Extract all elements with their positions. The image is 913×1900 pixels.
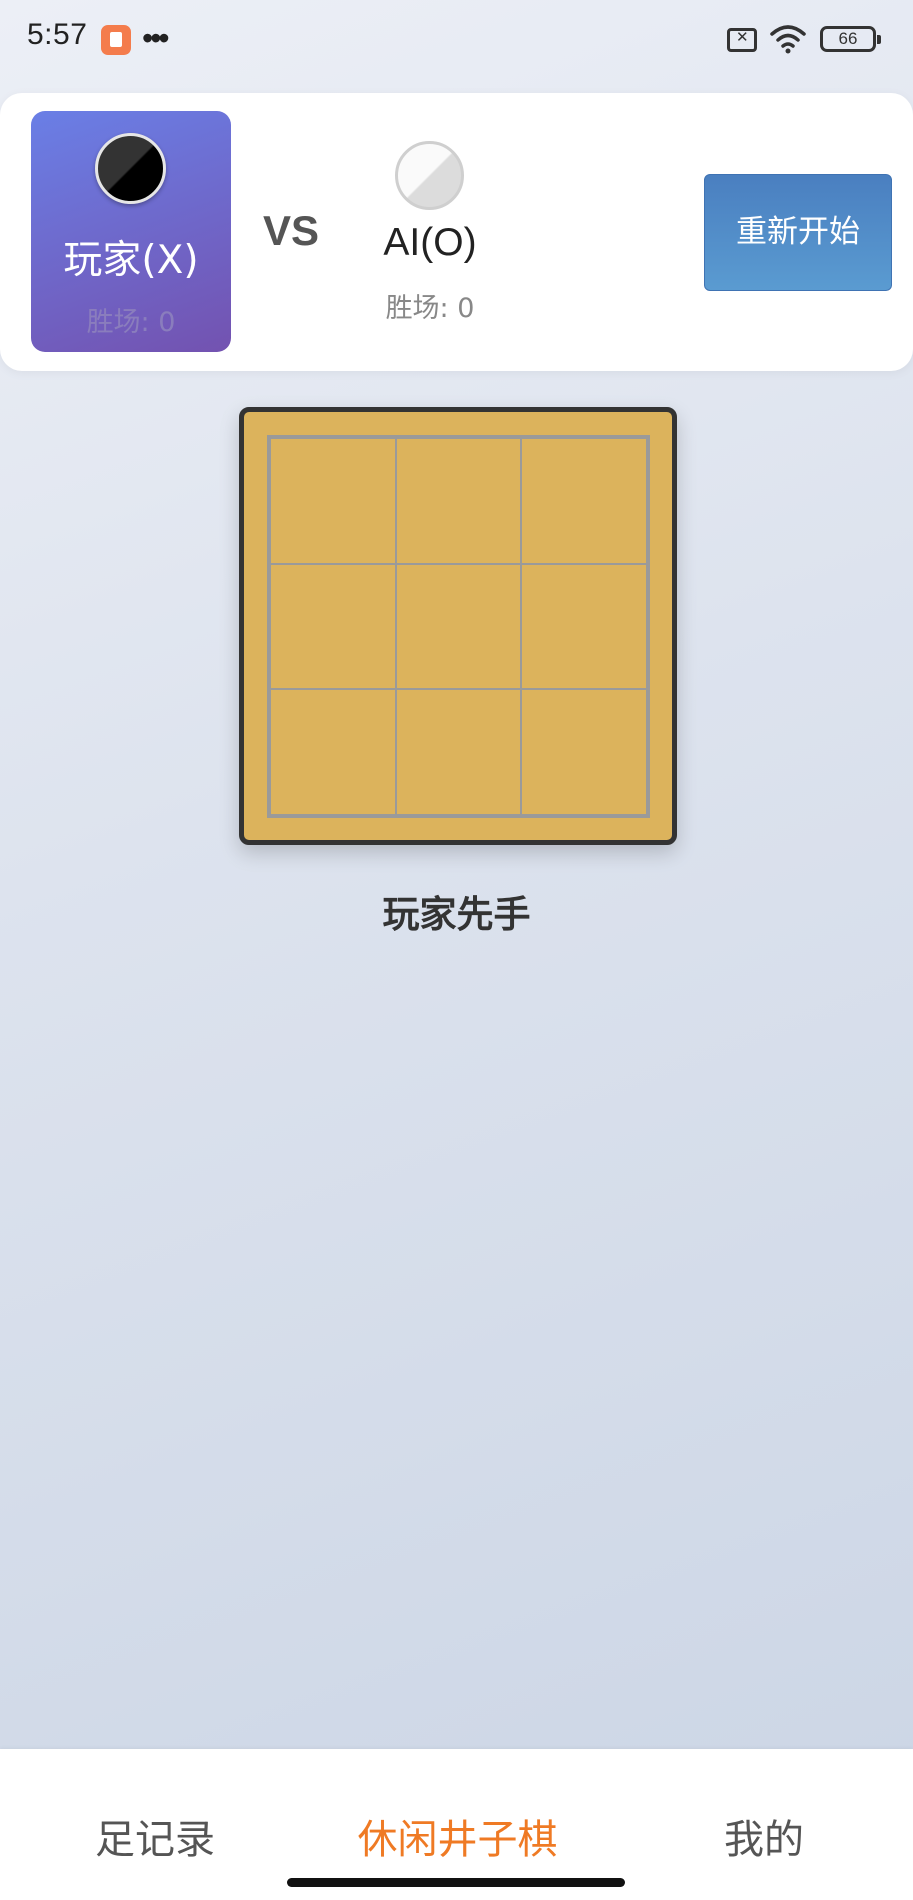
board-cell[interactable] <box>270 563 396 690</box>
board-cell[interactable] <box>395 438 522 564</box>
player-card: 玩家(X) 胜场: 0 <box>31 111 231 352</box>
board-cell[interactable] <box>395 563 522 690</box>
home-indicator[interactable] <box>287 1878 625 1887</box>
wifi-icon <box>770 25 806 54</box>
app-notification-icon <box>101 25 131 55</box>
no-sim-icon <box>727 28 757 52</box>
ai-wins: 胜场: 0 <box>385 293 475 324</box>
scoreboard-card: 玩家(X) 胜场: 0 VS AI(O) 胜场: 0 重新开始 <box>0 93 913 371</box>
board-cell[interactable] <box>395 689 522 815</box>
white-piece-icon <box>395 141 464 210</box>
player-label: 玩家(X) <box>63 238 199 283</box>
nav-item-mine[interactable]: 我的 <box>664 1807 864 1865</box>
status-bar: 5:57 ••• 66 <box>0 0 913 80</box>
board-cell[interactable] <box>521 689 647 815</box>
nav-item-records[interactable]: 足记录 <box>55 1807 255 1865</box>
black-piece-icon <box>95 133 166 204</box>
vs-label: VS <box>263 207 320 254</box>
nav-item-game[interactable]: 休闲井子棋 <box>340 1807 575 1865</box>
board-cell[interactable] <box>521 438 647 564</box>
player-wins: 胜场: 0 <box>86 307 176 338</box>
board-cell[interactable] <box>521 563 647 690</box>
game-board <box>239 407 677 845</box>
restart-button[interactable]: 重新开始 <box>704 174 892 291</box>
board-cell[interactable] <box>270 689 396 815</box>
battery-icon: 66 <box>820 26 881 52</box>
ai-label: AI(O) <box>383 221 477 264</box>
bottom-nav: 足记录 休闲井子棋 我的 <box>0 1749 913 1900</box>
board-grid <box>267 435 650 818</box>
turn-status: 玩家先手 <box>382 893 531 936</box>
board-cell[interactable] <box>270 438 396 564</box>
more-notifications-icon: ••• <box>142 20 170 56</box>
status-time: 5:57 <box>27 18 88 51</box>
